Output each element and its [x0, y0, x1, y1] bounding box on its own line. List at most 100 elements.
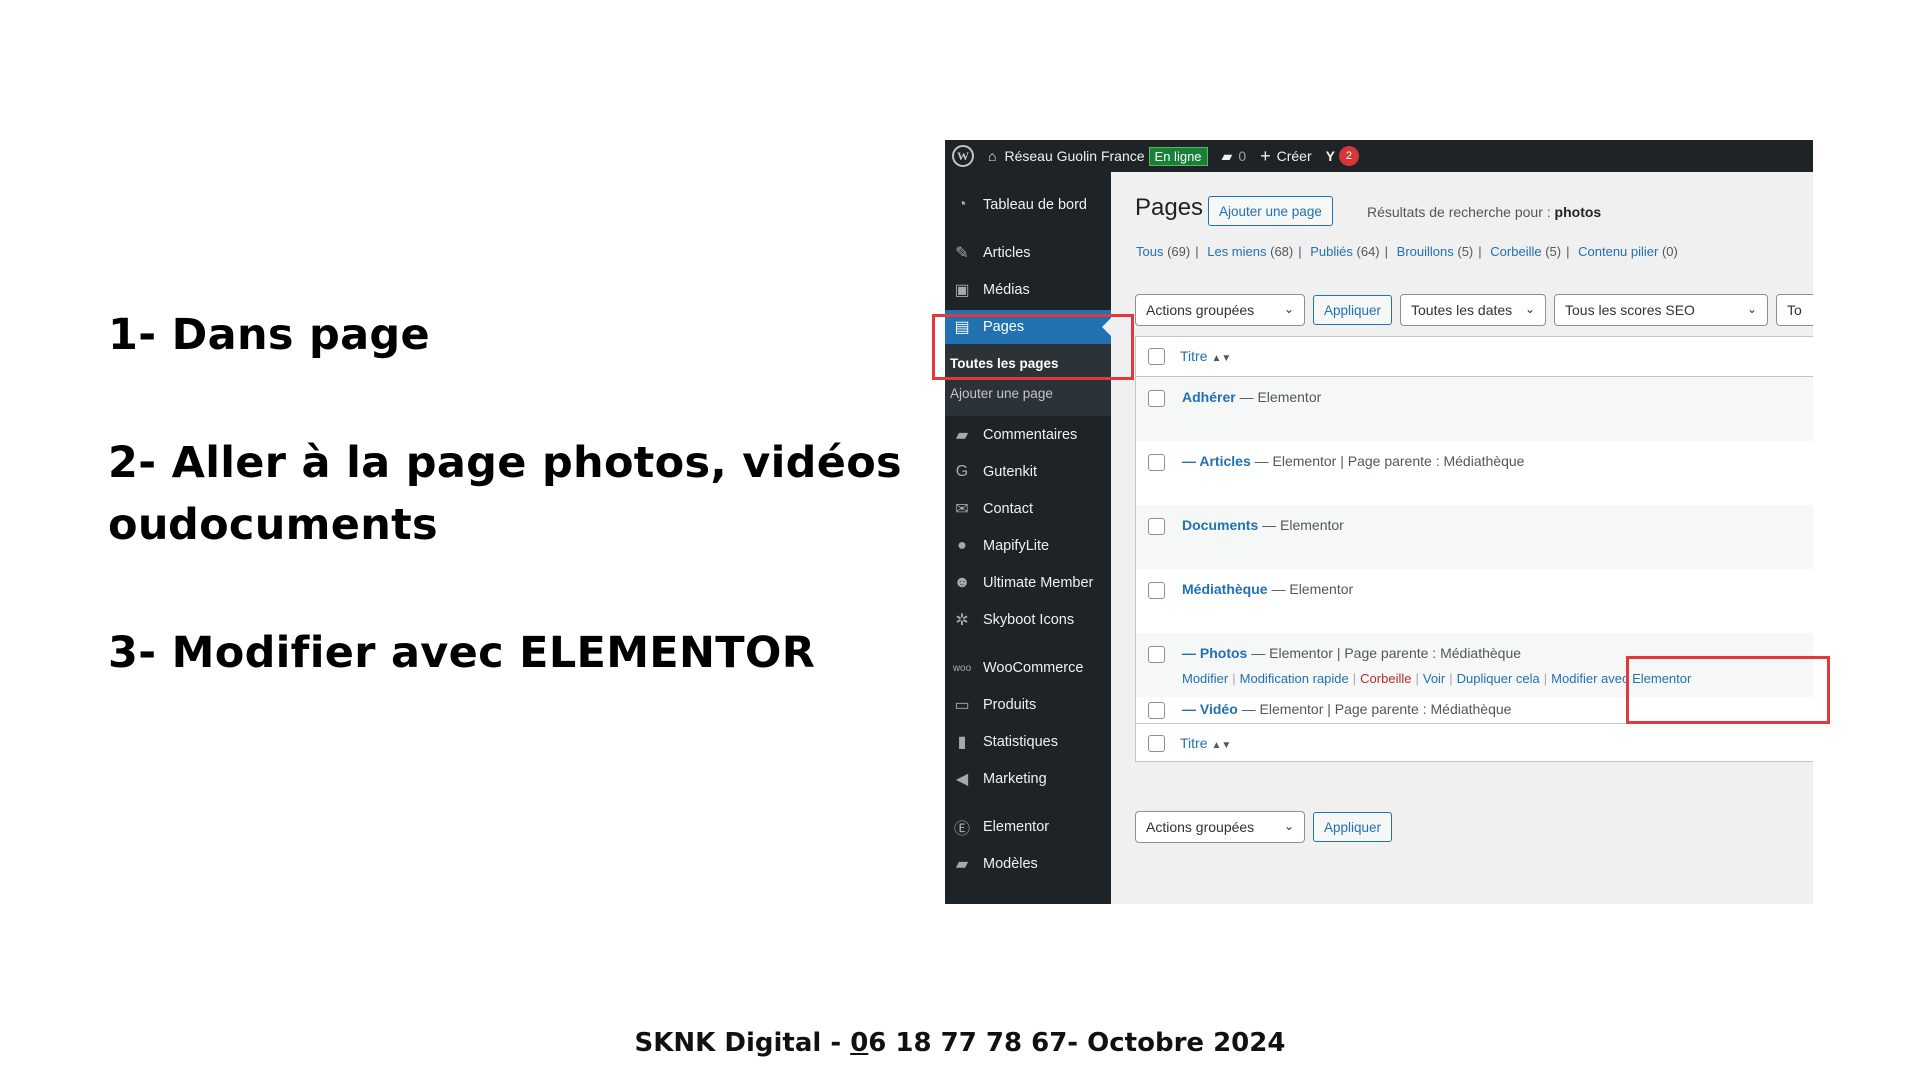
- submenu-add-page[interactable]: Ajouter une page: [950, 386, 1053, 401]
- sidebar-item-label: Ultimate Member: [983, 575, 1094, 591]
- apply-button[interactable]: Appliquer: [1313, 295, 1393, 325]
- sidebar-item-label: Commentaires: [983, 427, 1078, 443]
- bulk-actions-value: Actions groupées: [1146, 302, 1255, 318]
- chevron-down-icon: ⌄: [1283, 302, 1294, 316]
- date-filter-value: Toutes les dates: [1411, 302, 1513, 318]
- table-row: Documents — Elementor: [1136, 505, 1813, 569]
- user-icon: ☻: [953, 574, 971, 591]
- bulk-actions-select-bottom[interactable]: Actions groupées ⌄: [1135, 811, 1305, 843]
- filter-count: (5): [1457, 244, 1474, 259]
- sidebar-item-marketing[interactable]: ◀ Marketing: [945, 762, 1111, 796]
- sidebar-item-statistiques[interactable]: ▮ Statistiques: [945, 725, 1111, 759]
- comments-count: 0: [1238, 148, 1247, 164]
- filter-count: (0): [1661, 244, 1678, 259]
- row-checkbox[interactable]: [1148, 582, 1165, 599]
- column-title-header[interactable]: Titre ▲▼: [1180, 348, 1231, 364]
- trash-link[interactable]: Corbeille: [1360, 671, 1411, 686]
- view-link[interactable]: Voir: [1423, 671, 1445, 686]
- search-term: photos: [1554, 204, 1602, 220]
- bulk-actions-select[interactable]: Actions groupées ⌄: [1135, 294, 1305, 326]
- table-footer: Titre ▲▼: [1136, 723, 1813, 763]
- seo-notification-count: 2: [1338, 146, 1359, 166]
- edit-link[interactable]: Modifier: [1182, 671, 1228, 686]
- media-icon: ▣: [954, 282, 970, 299]
- filter-mine[interactable]: Les miens: [1207, 244, 1266, 259]
- select-all-checkbox[interactable]: [1148, 348, 1165, 365]
- filter-count: (5): [1545, 244, 1562, 259]
- sidebar-item-skyboot-icons[interactable]: ✲ Skyboot Icons: [945, 603, 1111, 637]
- sidebar-item-label: Tableau de bord: [983, 197, 1087, 213]
- main-content: Pages Ajouter une page Résultats de rech…: [1111, 172, 1813, 904]
- row-checkbox[interactable]: [1148, 702, 1165, 719]
- apply-button-bottom[interactable]: Appliquer: [1313, 812, 1393, 842]
- wordpress-logo-button[interactable]: W: [945, 140, 981, 172]
- bar-chart-icon: ▮: [957, 734, 967, 751]
- sidebar-item-woocommerce[interactable]: woo WooCommerce: [945, 651, 1111, 685]
- filter-all[interactable]: Tous: [1136, 244, 1163, 259]
- sidebar-item-label: Marketing: [983, 771, 1047, 787]
- seo-score-value: Tous les scores SEO: [1565, 302, 1695, 318]
- date-filter-select[interactable]: Toutes les dates ⌄: [1400, 294, 1546, 326]
- dashboard-icon: ◔: [957, 196, 967, 213]
- extra-filter-select[interactable]: To: [1776, 294, 1813, 326]
- sidebar-item-modeles[interactable]: ▰ Modèles: [945, 847, 1111, 881]
- search-results-label: Résultats de recherche pour : photos: [1367, 204, 1601, 220]
- sidebar-item-articles[interactable]: ✎ Articles: [945, 236, 1111, 270]
- sidebar-item-dashboard[interactable]: ◔ Tableau de bord: [945, 188, 1111, 222]
- site-name: Réseau Guolin France: [1004, 148, 1145, 164]
- filter-trash[interactable]: Corbeille: [1490, 244, 1541, 259]
- step-3: 3- Modifier avec ELEMENTOR: [108, 628, 816, 678]
- admin-sidebar: ◔ Tableau de bord ✎ Articles ▣ Médias ▤ …: [945, 172, 1111, 904]
- page-title-link[interactable]: Médiathèque: [1182, 581, 1268, 597]
- page-title-link[interactable]: Vidéo: [1200, 701, 1238, 717]
- page-title-link[interactable]: Photos: [1200, 645, 1247, 661]
- sidebar-item-medias[interactable]: ▣ Médias: [945, 273, 1111, 307]
- row-checkbox[interactable]: [1148, 454, 1165, 471]
- sidebar-item-label: Modèles: [983, 856, 1038, 872]
- sidebar-item-comments[interactable]: ▰ Commentaires: [945, 418, 1111, 452]
- site-name-link[interactable]: ⌂ Réseau Guolin France En ligne: [981, 140, 1215, 172]
- page-title-link[interactable]: Documents: [1182, 517, 1258, 533]
- step-2-line-2: documents: [168, 500, 438, 550]
- add-page-button[interactable]: Ajouter une page: [1208, 196, 1333, 226]
- filter-count: (69): [1167, 244, 1191, 259]
- sidebar-item-label: MapifyLite: [983, 538, 1050, 554]
- pages-menu-highlight: [932, 314, 1134, 380]
- edit-with-elementor-highlight: [1626, 656, 1830, 724]
- filter-drafts[interactable]: Brouillons: [1397, 244, 1454, 259]
- sidebar-item-contact[interactable]: ✉ Contact: [945, 492, 1111, 526]
- seo-score-select[interactable]: Tous les scores SEO ⌄: [1554, 294, 1768, 326]
- row-checkbox[interactable]: [1148, 646, 1165, 663]
- chevron-down-icon: ⌄: [1283, 819, 1294, 833]
- create-label: Créer: [1276, 148, 1312, 164]
- row-actions: Modifier | Modification rapide | Corbeille | V…: [1182, 671, 1692, 686]
- column-title-footer[interactable]: Titre ▲▼: [1180, 735, 1231, 751]
- sort-icon: ▲▼: [1211, 353, 1232, 364]
- create-menu[interactable]: + Créer: [1253, 140, 1319, 172]
- sidebar-item-mapifylite[interactable]: ● MapifyLite: [945, 529, 1111, 563]
- status-filters: Tous (69) | Les miens (68) | Publiés (64) |…: [1136, 244, 1678, 259]
- comment-icon: ▰: [1221, 147, 1233, 164]
- row-checkbox[interactable]: [1148, 518, 1165, 535]
- wordpress-admin-screenshot: W ⌂ Réseau Guolin France En ligne ▰ 0 + …: [945, 140, 1813, 904]
- filter-pillar-content[interactable]: Contenu pilier: [1578, 244, 1658, 259]
- sidebar-item-elementor[interactable]: Ⓔ Elementor: [945, 810, 1111, 844]
- sidebar-item-produits[interactable]: ▭ Produits: [945, 688, 1111, 722]
- sidebar-item-ultimate-member[interactable]: ☻ Ultimate Member: [945, 566, 1111, 600]
- sort-icon: ▲▼: [1211, 740, 1232, 751]
- elementor-icon: Ⓔ: [953, 821, 970, 838]
- yoast-icon: Y: [1325, 148, 1335, 164]
- filter-count: (64): [1356, 244, 1380, 259]
- duplicate-link[interactable]: Dupliquer cela: [1457, 671, 1540, 686]
- select-all-checkbox[interactable]: [1148, 735, 1165, 752]
- page-title-link[interactable]: Articles: [1199, 453, 1250, 469]
- row-checkbox[interactable]: [1148, 390, 1165, 407]
- quick-edit-link[interactable]: Modification rapide: [1240, 671, 1349, 686]
- comments-link[interactable]: ▰ 0: [1215, 140, 1254, 172]
- gear-icon: ✲: [955, 612, 969, 629]
- filter-published[interactable]: Publiés: [1310, 244, 1353, 259]
- sidebar-item-gutenkit[interactable]: G Gutenkit: [945, 455, 1111, 489]
- extra-filter-value: To: [1787, 302, 1802, 318]
- page-title-link[interactable]: Adhérer: [1182, 389, 1236, 405]
- seo-menu[interactable]: Y 2: [1319, 140, 1366, 172]
